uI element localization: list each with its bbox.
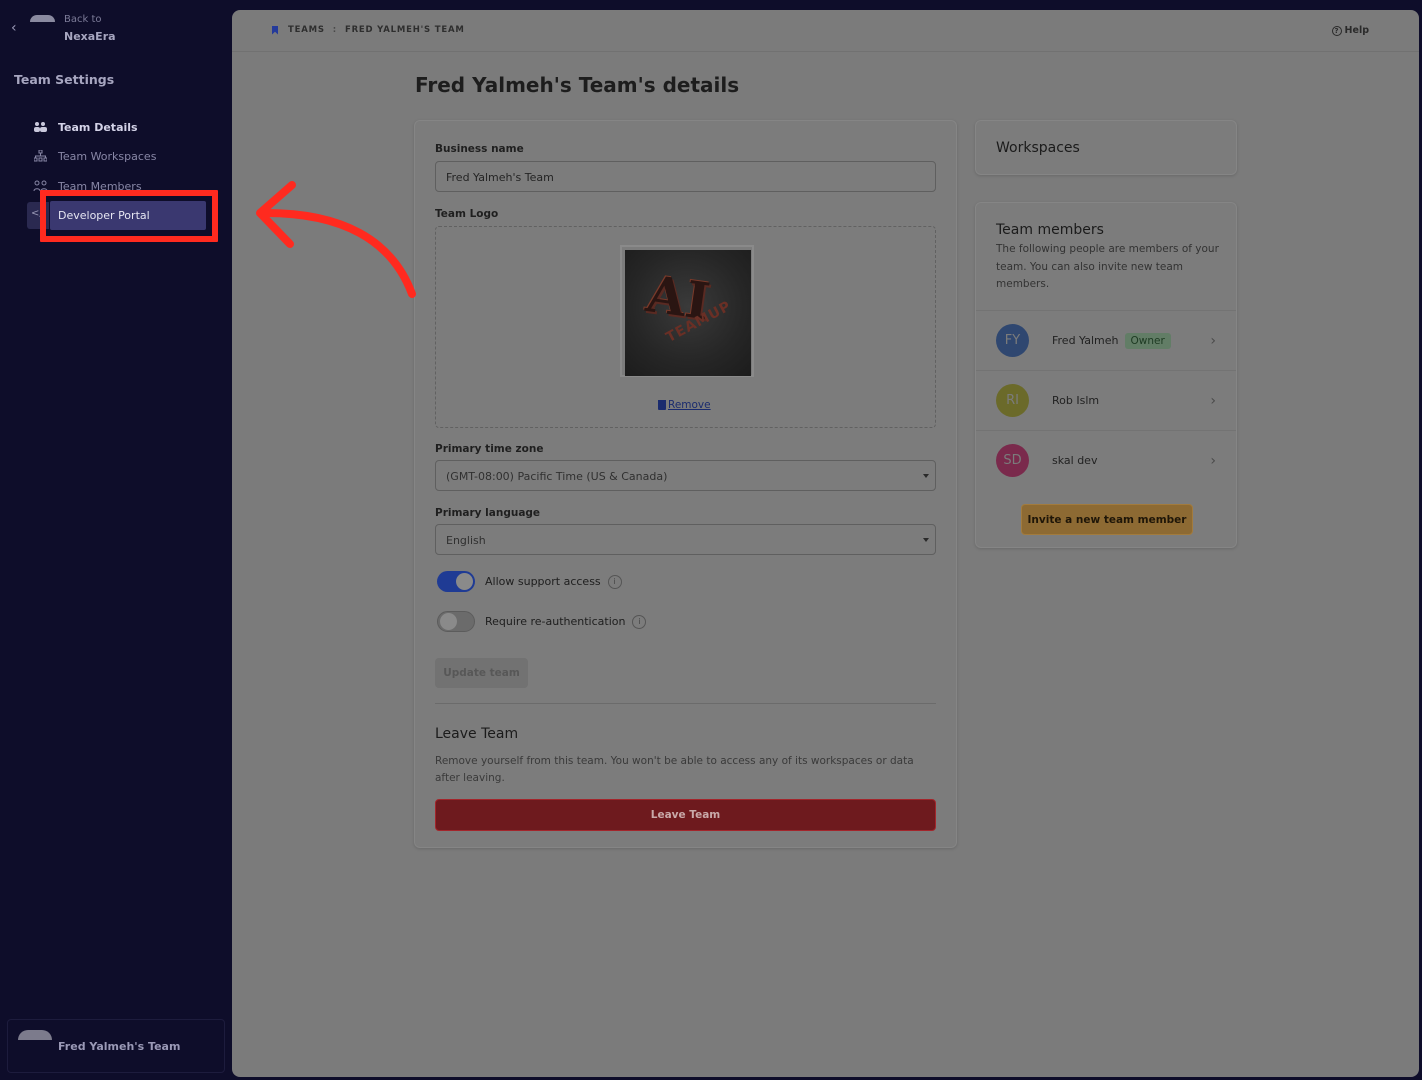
divider bbox=[435, 703, 936, 704]
avatar: FY bbox=[996, 324, 1029, 357]
info-icon[interactable]: i bbox=[632, 614, 647, 629]
member-name: skal dev bbox=[1052, 454, 1098, 467]
member-row[interactable]: SD skal dev › bbox=[976, 430, 1236, 490]
owner-badge: Owner bbox=[1124, 332, 1171, 349]
invite-member-button[interactable]: Invite a new team member bbox=[1021, 504, 1193, 535]
sidebar-item-developer-portal[interactable]: Developer Portal bbox=[50, 201, 206, 230]
business-name-label: Business name bbox=[435, 143, 524, 155]
leave-team-description: Remove yourself from this team. You won'… bbox=[435, 755, 914, 784]
sidebar-item-label: Team Workspaces bbox=[58, 149, 157, 163]
member-name: Fred Yalmeh bbox=[1052, 334, 1119, 347]
leave-team-button[interactable]: Leave Team bbox=[435, 799, 936, 831]
sidebar-item-label: Developer Portal bbox=[58, 209, 150, 222]
caret-down-icon bbox=[923, 538, 929, 542]
support-access-label: Allow support access bbox=[485, 575, 601, 588]
sidebar-title: Team Settings bbox=[14, 72, 115, 87]
sidebar-item-team-members[interactable]: Team Members bbox=[32, 175, 142, 197]
business-name-value: Fred Yalmeh's Team bbox=[446, 171, 554, 184]
team-details-card: Business name Fred Yalmeh's Team Team Lo… bbox=[414, 120, 957, 848]
caret-down-icon bbox=[923, 474, 929, 478]
back-to-label[interactable]: Back to bbox=[64, 14, 102, 25]
language-select[interactable]: English bbox=[435, 524, 936, 555]
back-to-app-link[interactable]: NexaEra bbox=[64, 30, 116, 43]
sitemap-icon bbox=[32, 148, 48, 164]
trash-icon bbox=[658, 400, 666, 410]
team-members-card: Team members The following people are me… bbox=[975, 202, 1237, 548]
logo-artwork: AI TEAMUP bbox=[625, 250, 751, 376]
workspaces-title: Workspaces bbox=[996, 140, 1080, 156]
breadcrumb-team[interactable]: FRED YALMEH'S TEAM bbox=[345, 25, 465, 35]
sidebar-item-label: Team Details bbox=[58, 120, 138, 134]
breadcrumb-separator: : bbox=[332, 25, 337, 35]
chevron-right-icon: › bbox=[1210, 332, 1216, 349]
chevron-right-icon: › bbox=[1210, 452, 1216, 469]
app-logo bbox=[30, 15, 55, 22]
code-icon: </ bbox=[27, 202, 49, 229]
support-access-row: Allow support access i bbox=[437, 571, 622, 592]
help-button[interactable]: ? Help bbox=[1331, 25, 1369, 36]
timezone-value: (GMT-08:00) Pacific Time (US & Canada) bbox=[446, 470, 668, 483]
help-label: Help bbox=[1344, 25, 1369, 36]
timezone-select[interactable]: (GMT-08:00) Pacific Time (US & Canada) bbox=[435, 460, 936, 491]
team-avatar bbox=[18, 1030, 52, 1040]
team-switcher-name: Fred Yalmeh's Team bbox=[58, 1040, 181, 1053]
remove-logo-link[interactable]: Remove bbox=[658, 399, 711, 411]
business-name-input[interactable]: Fred Yalmeh's Team bbox=[435, 161, 936, 192]
page-title: Fred Yalmeh's Team's details bbox=[415, 73, 740, 97]
avatar: RI bbox=[996, 384, 1029, 417]
member-row[interactable]: FY Fred Yalmeh Owner › bbox=[976, 310, 1236, 370]
workspaces-card: Workspaces bbox=[975, 120, 1237, 175]
update-team-button[interactable]: Update team bbox=[435, 658, 528, 688]
sidebar-item-team-workspaces[interactable]: Team Workspaces bbox=[32, 145, 156, 167]
member-name: Rob Islm bbox=[1052, 394, 1100, 407]
reauth-label: Require re-authentication bbox=[485, 615, 626, 628]
language-value: English bbox=[446, 534, 486, 547]
chevron-left-icon[interactable]: ‹ bbox=[11, 20, 17, 36]
main-panel: TEAMS : FRED YALMEH'S TEAM ? Help Fred Y… bbox=[232, 10, 1419, 1077]
reauth-row: Require re-authentication i bbox=[437, 611, 647, 632]
team-logo-label: Team Logo bbox=[435, 208, 499, 220]
language-label: Primary language bbox=[435, 507, 541, 519]
sidebar: ‹ Back to NexaEra Team Settings Team Det… bbox=[0, 0, 232, 1080]
sidebar-item-team-details[interactable]: Team Details bbox=[32, 116, 138, 138]
reauth-toggle[interactable] bbox=[437, 611, 475, 632]
chevron-right-icon: › bbox=[1210, 392, 1216, 409]
info-icon[interactable]: i bbox=[607, 574, 622, 589]
bookmark-icon bbox=[272, 25, 278, 35]
members-icon bbox=[32, 178, 48, 194]
team-members-title: Team members bbox=[996, 222, 1104, 238]
member-row[interactable]: RI Rob Islm › bbox=[976, 370, 1236, 430]
avatar: SD bbox=[996, 444, 1029, 477]
team-logo-image: AI TEAMUP bbox=[620, 245, 754, 377]
timezone-label: Primary time zone bbox=[435, 443, 544, 455]
team-members-description: The following people are members of your… bbox=[996, 243, 1219, 290]
users-icon bbox=[32, 119, 48, 135]
topbar: TEAMS : FRED YALMEH'S TEAM ? Help bbox=[232, 10, 1419, 52]
breadcrumb: TEAMS : FRED YALMEH'S TEAM bbox=[272, 25, 465, 35]
team-switcher[interactable]: Fred Yalmeh's Team bbox=[7, 1019, 225, 1073]
remove-label: Remove bbox=[668, 399, 711, 411]
help-icon: ? bbox=[1331, 25, 1342, 36]
sidebar-item-label: Team Members bbox=[58, 179, 142, 193]
leave-team-title: Leave Team bbox=[435, 726, 519, 742]
support-access-toggle[interactable] bbox=[437, 571, 475, 592]
breadcrumb-teams[interactable]: TEAMS bbox=[288, 25, 325, 35]
logo-dropzone[interactable]: AI TEAMUP Remove bbox=[435, 226, 936, 428]
